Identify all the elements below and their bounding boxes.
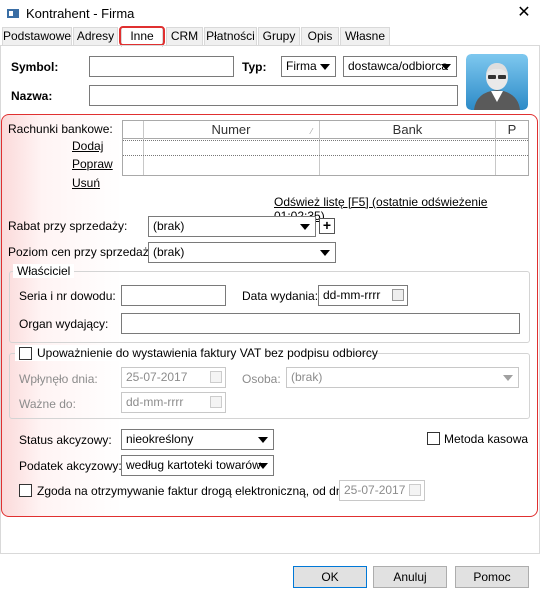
data-wydania-value: dd-mm-rrrr	[323, 288, 381, 302]
status-akcyzowy-label: Status akcyzowy:	[19, 433, 112, 447]
chevron-down-icon	[320, 64, 330, 70]
wplynelo-value: 25-07-2017	[126, 370, 188, 384]
window-title: Kontrahent - Firma	[26, 6, 135, 21]
organ-input[interactable]	[121, 313, 520, 334]
organ-label: Organ wydający:	[19, 317, 109, 331]
bank-add-link[interactable]: Dodaj	[72, 139, 103, 153]
bank-edit-link[interactable]: Popraw	[72, 157, 113, 171]
chevron-down-icon	[320, 250, 330, 256]
rabat-select-value: (brak)	[153, 219, 185, 233]
poziom-label: Poziom cen przy sprzedaży:	[8, 245, 159, 259]
tab-crm[interactable]: CRM	[166, 27, 203, 46]
calendar-icon[interactable]	[210, 371, 222, 383]
column-header-numer[interactable]: Numer	[143, 122, 319, 137]
sort-icon: ⁄	[311, 127, 313, 136]
nazwa-label: Nazwa:	[11, 89, 53, 103]
tab-opis[interactable]: Opis	[301, 27, 339, 46]
nazwa-input[interactable]	[89, 85, 458, 106]
status-akcyzowy-value: nieokreślony	[126, 432, 194, 446]
e-invoice-consent-checkbox[interactable]	[19, 484, 32, 497]
podatek-akcyzowy-label: Podatek akcyzowy:	[19, 459, 122, 473]
owner-group-title: Właściciel	[13, 264, 75, 278]
close-icon[interactable]: ✕	[512, 2, 536, 24]
wazne-label: Ważne do:	[19, 397, 76, 411]
bank-accounts-table[interactable]: Numer ⁄ Bank P	[122, 120, 529, 176]
chevron-down-icon	[441, 64, 451, 70]
tab-grupy[interactable]: Grupy	[258, 27, 300, 46]
rabat-select[interactable]: (brak)	[148, 216, 316, 237]
ok-button[interactable]: OK	[293, 566, 367, 588]
vat-authorization-checkbox[interactable]	[19, 347, 32, 360]
chevron-down-icon	[258, 437, 268, 443]
app-icon	[6, 6, 20, 20]
add-rabat-button[interactable]: +	[319, 218, 335, 234]
rabat-label: Rabat przy sprzedaży:	[8, 219, 128, 233]
podatek-akcyzowy-value: według kartoteki towarów	[126, 458, 261, 472]
calendar-icon[interactable]	[210, 396, 222, 408]
poziom-select[interactable]: (brak)	[148, 242, 336, 263]
chevron-down-icon	[503, 375, 513, 381]
status-akcyzowy-select[interactable]: nieokreślony	[121, 429, 274, 450]
help-button[interactable]: Pomoc	[455, 566, 529, 588]
data-wydania-label: Data wydania:	[242, 289, 319, 303]
chevron-down-icon	[300, 224, 310, 230]
bank-delete-link[interactable]: Usuń	[72, 176, 100, 190]
metoda-kasowa-checkbox[interactable]	[427, 432, 440, 445]
rodzaj-select-value: dostawca/odbiorca	[348, 59, 449, 73]
cancel-button[interactable]: Anuluj	[373, 566, 447, 588]
metoda-kasowa-label: Metoda kasowa	[444, 432, 529, 446]
tab-highlight	[119, 26, 165, 46]
bank-label: Rachunki bankowe:	[8, 122, 113, 136]
wplynelo-label: Wpłynęło dnia:	[19, 372, 98, 386]
poziom-select-value: (brak)	[153, 245, 185, 259]
data-wydania-input[interactable]: dd-mm-rrrr	[318, 285, 408, 306]
tab-podstawowe[interactable]: Podstawowe	[2, 27, 72, 46]
column-header-p[interactable]: P	[496, 122, 528, 137]
typ-select-value: Firma	[286, 59, 317, 73]
osoba-select-value: (brak)	[291, 370, 323, 384]
calendar-icon[interactable]	[409, 484, 421, 496]
chevron-down-icon	[258, 463, 268, 469]
e-invoice-consent-label: Zgoda na otrzymywanie faktur drogą elekt…	[37, 484, 356, 498]
wplynelo-input[interactable]: 25-07-2017	[121, 367, 226, 388]
e-invoice-consent-date-value: 25-07-2017	[344, 483, 406, 497]
tab-wlasne[interactable]: Własne	[340, 27, 390, 46]
seria-label: Seria i nr dowodu:	[19, 289, 116, 303]
osoba-select[interactable]: (brak)	[286, 367, 519, 388]
typ-label: Typ:	[242, 60, 267, 74]
wazne-input[interactable]: dd-mm-rrrr	[121, 392, 226, 413]
table-row[interactable]	[123, 140, 528, 156]
seria-input[interactable]	[121, 285, 226, 306]
symbol-input[interactable]	[89, 56, 234, 77]
avatar[interactable]	[466, 54, 528, 110]
osoba-label: Osoba:	[242, 372, 281, 386]
symbol-label: Symbol:	[11, 60, 59, 74]
calendar-icon[interactable]	[392, 289, 404, 301]
rodzaj-select[interactable]: dostawca/odbiorca	[343, 56, 457, 77]
vat-authorization-label: Upoważnienie do wystawienia faktury VAT …	[37, 346, 378, 360]
e-invoice-consent-date[interactable]: 25-07-2017	[339, 480, 425, 501]
typ-select[interactable]: Firma	[281, 56, 336, 77]
podatek-akcyzowy-select[interactable]: według kartoteki towarów	[121, 455, 274, 476]
column-header-bank[interactable]: Bank	[320, 122, 495, 137]
panel-bottom-border	[0, 553, 540, 554]
tab-platnosci[interactable]: Płatności	[204, 27, 257, 46]
wazne-value: dd-mm-rrrr	[126, 395, 184, 409]
tab-adresy[interactable]: Adresy	[73, 27, 118, 46]
